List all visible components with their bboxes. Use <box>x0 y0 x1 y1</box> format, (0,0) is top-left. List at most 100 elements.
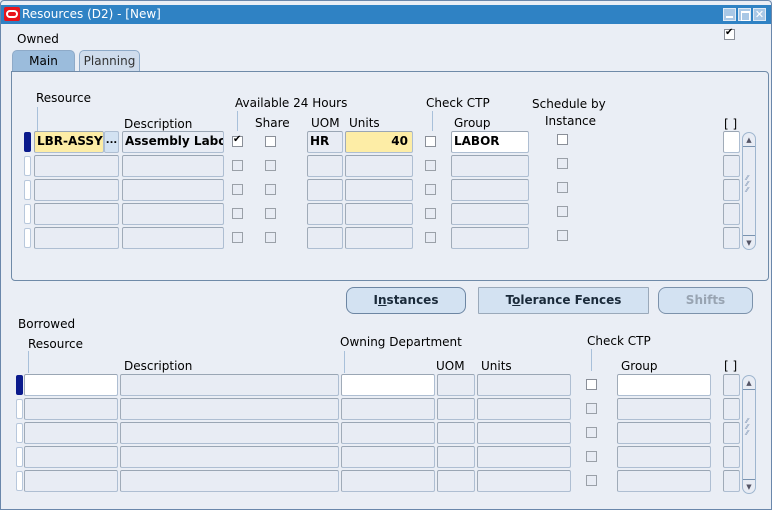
record-indicator[interactable] <box>16 447 23 467</box>
resource-field[interactable] <box>24 446 118 468</box>
group-field[interactable]: LABOR <box>451 131 529 153</box>
group-field[interactable] <box>451 155 529 177</box>
resource-field[interactable]: LBR-ASSY <box>34 131 104 153</box>
folder-field[interactable] <box>723 203 740 225</box>
scroll-down-icon[interactable]: ▼ <box>743 235 755 249</box>
available-24-checkbox[interactable] <box>232 184 243 195</box>
folder-field[interactable] <box>723 155 740 177</box>
owning-department-field[interactable] <box>341 422 435 444</box>
check-ctp-checkbox[interactable] <box>425 136 436 147</box>
check-ctp-checkbox[interactable] <box>586 379 597 390</box>
folder-field[interactable] <box>723 131 740 153</box>
description-field[interactable] <box>120 398 339 420</box>
description-field[interactable] <box>122 179 224 201</box>
record-indicator[interactable] <box>24 132 31 152</box>
borrowed-scrollbar[interactable]: ▲ ⁄⁄ ⁄⁄ ⁄⁄ ▼ <box>742 375 756 494</box>
description-field[interactable] <box>120 374 339 396</box>
resource-field[interactable] <box>24 422 118 444</box>
uom-field[interactable] <box>307 227 343 249</box>
units-field[interactable] <box>345 155 413 177</box>
resource-field[interactable] <box>34 203 119 225</box>
description-field[interactable] <box>120 422 339 444</box>
share-checkbox[interactable] <box>265 136 276 147</box>
instances-button[interactable]: Instances <box>346 287 466 314</box>
record-indicator[interactable] <box>24 156 31 176</box>
group-field[interactable] <box>617 446 711 468</box>
schedule-by-instance-checkbox[interactable] <box>557 158 568 169</box>
resource-field[interactable] <box>24 398 118 420</box>
tab-planning[interactable]: Planning <box>79 50 140 72</box>
check-ctp-checkbox[interactable] <box>425 232 436 243</box>
shifts-button[interactable]: Shifts <box>658 287 753 314</box>
record-indicator[interactable] <box>16 375 23 395</box>
record-indicator[interactable] <box>24 228 31 248</box>
check-ctp-checkbox[interactable] <box>425 208 436 219</box>
check-ctp-checkbox[interactable] <box>586 427 597 438</box>
folder-field[interactable] <box>723 179 740 201</box>
schedule-by-instance-checkbox[interactable] <box>557 182 568 193</box>
record-indicator[interactable] <box>24 204 31 224</box>
scroll-up-icon[interactable]: ▲ <box>743 376 755 390</box>
folder-field[interactable] <box>723 374 740 396</box>
uom-field[interactable] <box>307 155 343 177</box>
folder-field[interactable] <box>723 470 740 492</box>
share-checkbox[interactable] <box>265 208 276 219</box>
folder-field[interactable] <box>723 227 740 249</box>
uom-field[interactable] <box>437 470 475 492</box>
folder-field[interactable] <box>723 398 740 420</box>
owning-department-field[interactable] <box>341 470 435 492</box>
scroll-grip-icon[interactable]: ⁄⁄ ⁄⁄ ⁄⁄ <box>746 418 753 437</box>
units-field[interactable] <box>477 446 571 468</box>
units-field[interactable] <box>477 422 571 444</box>
description-field[interactable] <box>122 227 224 249</box>
units-field[interactable]: 40 <box>345 131 413 153</box>
check-ctp-checkbox[interactable] <box>425 160 436 171</box>
minimize-icon[interactable] <box>723 8 736 21</box>
units-field[interactable] <box>345 203 413 225</box>
available-24-checkbox[interactable] <box>232 232 243 243</box>
resource-field[interactable] <box>34 155 119 177</box>
share-checkbox[interactable] <box>265 160 276 171</box>
group-field[interactable] <box>451 203 529 225</box>
group-field[interactable] <box>617 398 711 420</box>
folder-field[interactable] <box>723 446 740 468</box>
group-field[interactable] <box>617 470 711 492</box>
record-indicator[interactable] <box>16 423 23 443</box>
uom-field[interactable] <box>437 422 475 444</box>
uom-field[interactable] <box>307 179 343 201</box>
tab-main[interactable]: Main <box>12 50 75 72</box>
available-24-checkbox[interactable] <box>232 134 243 147</box>
group-field[interactable] <box>617 374 711 396</box>
available-24-checkbox[interactable] <box>232 208 243 219</box>
schedule-by-instance-checkbox[interactable] <box>557 206 568 217</box>
scroll-up-icon[interactable]: ▲ <box>743 133 755 147</box>
share-checkbox[interactable] <box>265 184 276 195</box>
description-field[interactable] <box>122 203 224 225</box>
units-field[interactable] <box>477 398 571 420</box>
record-indicator[interactable] <box>16 471 23 491</box>
schedule-by-instance-checkbox[interactable] <box>557 134 568 145</box>
check-ctp-checkbox[interactable] <box>586 451 597 462</box>
share-checkbox[interactable] <box>265 232 276 243</box>
scroll-down-icon[interactable]: ▼ <box>743 479 755 493</box>
units-field[interactable] <box>477 470 571 492</box>
uom-field[interactable] <box>437 398 475 420</box>
owning-department-field[interactable] <box>341 398 435 420</box>
resource-field[interactable] <box>34 179 119 201</box>
group-field[interactable] <box>451 179 529 201</box>
tolerance-fences-button[interactable]: Tolerance Fences <box>478 287 649 314</box>
uom-field[interactable] <box>307 203 343 225</box>
title-bar[interactable]: Resources (D2) - [New] ✕ <box>1 5 771 24</box>
uom-field[interactable]: HR <box>307 131 343 153</box>
description-field[interactable] <box>122 155 224 177</box>
owning-department-field[interactable] <box>341 374 435 396</box>
check-ctp-checkbox[interactable] <box>586 475 597 486</box>
scroll-grip-icon[interactable]: ⁄⁄ ⁄⁄ ⁄⁄ <box>746 175 753 194</box>
description-field[interactable] <box>120 446 339 468</box>
record-indicator[interactable] <box>24 180 31 200</box>
group-field[interactable] <box>451 227 529 249</box>
uom-field[interactable] <box>437 374 475 396</box>
resource-field[interactable] <box>24 374 118 396</box>
schedule-by-instance-checkbox[interactable] <box>557 230 568 241</box>
units-field[interactable] <box>477 374 571 396</box>
